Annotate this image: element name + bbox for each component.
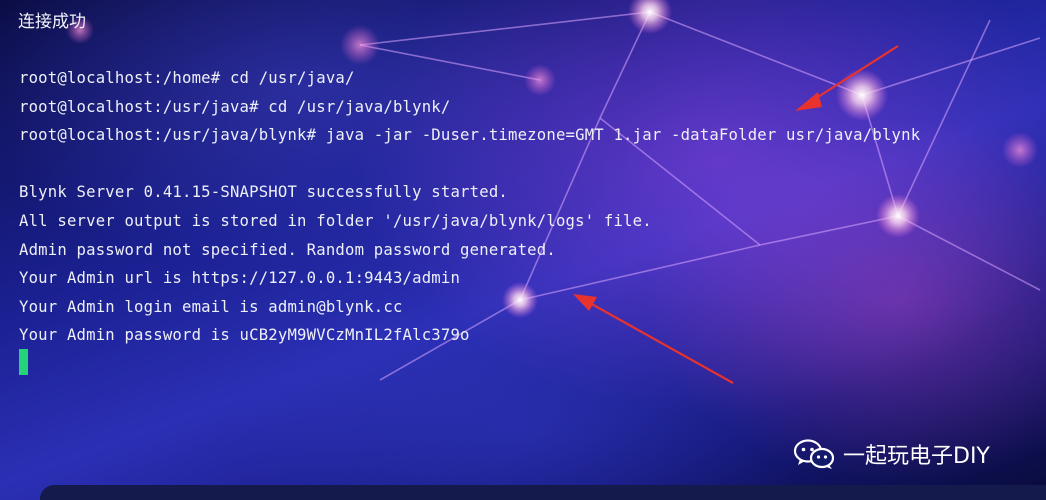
wechat-icon: [793, 439, 835, 469]
terminal-line: root@localhost:/home# cd /usr/java/: [19, 69, 355, 87]
terminal-line: Your Admin url is https://127.0.0.1:9443…: [19, 269, 461, 288]
watermark: 一起玩电子DIY: [793, 438, 990, 470]
terminal-line: root@localhost:/usr/java/blynk# java -ja…: [19, 126, 921, 145]
terminal-output: root@localhost:/home# cd /usr/java/ root…: [19, 66, 920, 352]
terminal-window[interactable]: 连接成功 root@localhost:/home# cd /usr/java/…: [0, 0, 1046, 500]
watermark-text: 一起玩电子DIY: [843, 444, 990, 469]
terminal-line: Admin password not specified. Random pas…: [19, 240, 556, 259]
terminal-cursor: [19, 349, 28, 375]
terminal-line: root@localhost:/usr/java# cd /usr/java/b…: [19, 97, 451, 116]
terminal-line: All server output is stored in folder '/…: [19, 211, 652, 230]
bottom-panel-edge: [40, 485, 1046, 500]
terminal-line: Your Admin login email is admin@blynk.cc: [19, 297, 403, 316]
terminal-line: Your Admin password is uCB2yM9WVCzMnIL2f…: [19, 326, 470, 345]
connection-status-title: 连接成功: [18, 12, 86, 32]
terminal-line: Blynk Server 0.41.15-SNAPSHOT successful…: [19, 183, 508, 202]
